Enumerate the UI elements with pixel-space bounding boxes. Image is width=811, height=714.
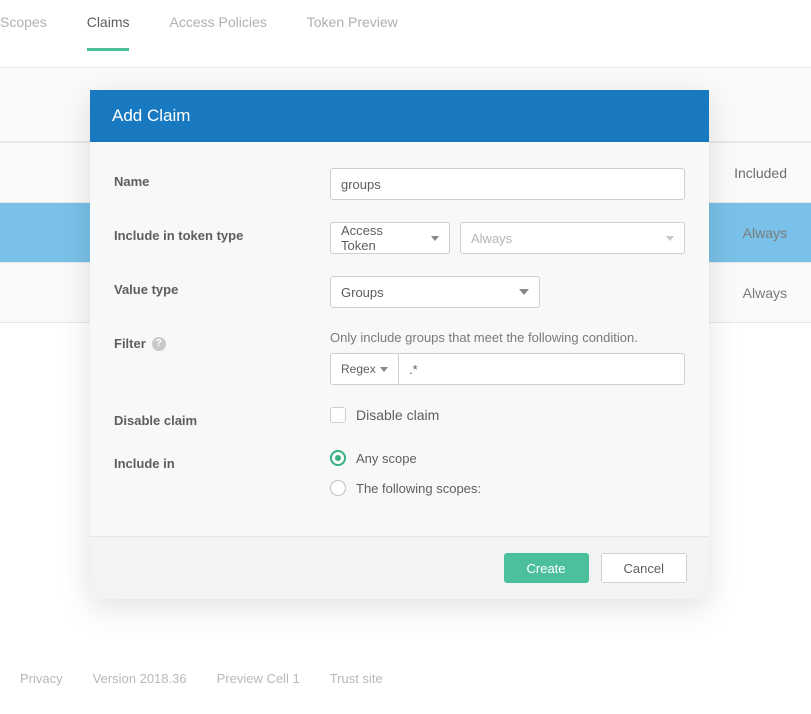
chevron-down-icon: [666, 236, 674, 241]
tab-access-policies[interactable]: Access Policies: [169, 14, 266, 48]
add-claim-dialog: Add Claim Name Include in token type Acc…: [90, 90, 709, 599]
value-type-value: Groups: [341, 285, 384, 300]
radio-any-scope[interactable]: [330, 450, 346, 466]
col-included: Included: [734, 165, 787, 181]
value-type-label: Value type: [114, 276, 330, 297]
name-input[interactable]: [330, 168, 685, 200]
dialog-title: Add Claim: [90, 90, 709, 142]
radio-any-scope-label: Any scope: [356, 451, 417, 466]
disable-claim-label: Disable claim: [114, 407, 330, 428]
tab-scopes[interactable]: Scopes: [0, 14, 47, 48]
include-token-label: Include in token type: [114, 222, 330, 243]
filter-mode-value: Regex: [341, 362, 376, 376]
tab-claims[interactable]: Claims: [87, 14, 130, 51]
value-type-select[interactable]: Groups: [330, 276, 540, 308]
tab-token-preview[interactable]: Token Preview: [307, 14, 398, 48]
page-footer: Privacy Version 2018.36 Preview Cell 1 T…: [20, 671, 383, 686]
footer-trust[interactable]: Trust site: [330, 671, 383, 686]
radio-following-scopes-label: The following scopes:: [356, 481, 481, 496]
filter-hint: Only include groups that meet the follow…: [330, 330, 685, 345]
help-icon[interactable]: ?: [152, 337, 166, 351]
footer-version: Version 2018.36: [93, 671, 187, 686]
filter-mode-select[interactable]: Regex: [330, 353, 398, 385]
filter-pattern-input[interactable]: [398, 353, 685, 385]
row-included-value: Always: [743, 285, 787, 301]
chevron-down-icon: [519, 289, 529, 295]
disable-claim-checkbox-label: Disable claim: [356, 407, 439, 423]
cancel-button[interactable]: Cancel: [601, 553, 687, 583]
filter-label: Filter ?: [114, 330, 330, 351]
chevron-down-icon: [380, 367, 388, 372]
include-in-label: Include in: [114, 450, 330, 471]
filter-label-text: Filter: [114, 336, 146, 351]
top-tabs: Scopes Claims Access Policies Token Prev…: [0, 0, 811, 68]
footer-privacy[interactable]: Privacy: [20, 671, 63, 686]
disable-claim-checkbox[interactable]: [330, 407, 346, 423]
token-type-value: Access Token: [341, 223, 419, 253]
token-when-value: Always: [471, 231, 512, 246]
radio-following-scopes[interactable]: [330, 480, 346, 496]
footer-preview-cell: Preview Cell 1: [217, 671, 300, 686]
row-included-value: Always: [743, 225, 787, 241]
name-label: Name: [114, 168, 330, 189]
create-button[interactable]: Create: [504, 553, 589, 583]
token-when-select[interactable]: Always: [460, 222, 685, 254]
token-type-select[interactable]: Access Token: [330, 222, 450, 254]
chevron-down-icon: [431, 236, 439, 241]
